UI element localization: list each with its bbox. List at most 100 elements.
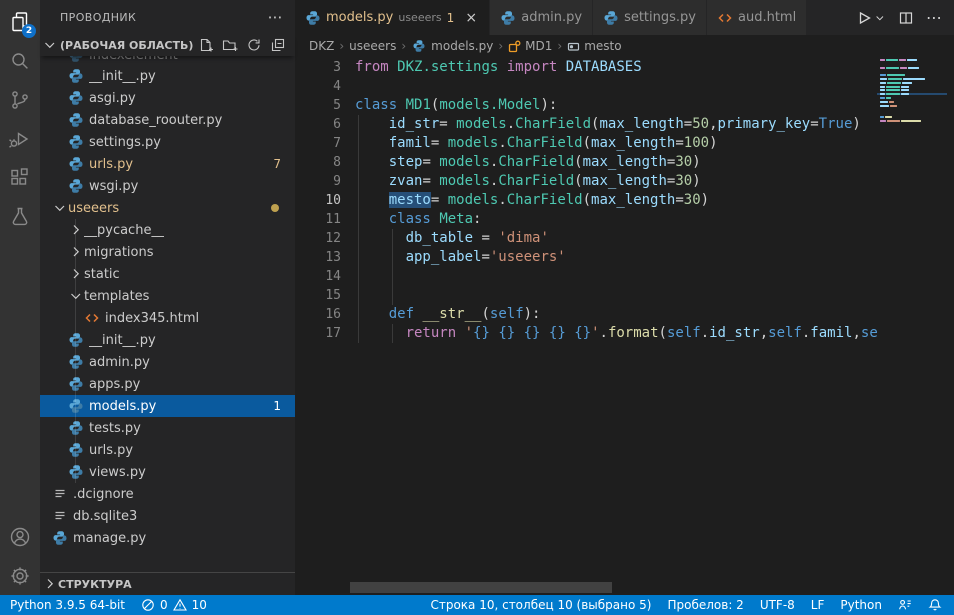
tree-file-row[interactable]: urls.py <box>40 439 295 461</box>
activity-run-debug-icon[interactable] <box>0 119 40 158</box>
more-actions-icon[interactable]: ⋯ <box>268 8 283 26</box>
minimap-line <box>877 97 947 99</box>
activity-account-icon[interactable] <box>0 517 40 556</box>
tree-file-row[interactable]: .dcignore <box>40 483 295 505</box>
activity-settings-gear-icon[interactable] <box>0 556 40 595</box>
code-line-17[interactable]: 17 return '{} {} {} {} {}'.format(self.i… <box>295 324 877 343</box>
tree-file-row[interactable]: index345.html <box>40 307 295 329</box>
code-editor[interactable]: 3from DKZ.settings import DATABASES45cla… <box>295 57 954 595</box>
encoding-label: UTF-8 <box>760 598 795 612</box>
code-line-5[interactable]: 5class MD1(models.Model): <box>295 96 877 115</box>
tree-file-row[interactable]: wsgi.py <box>40 175 295 197</box>
outline-section-header[interactable]: СТРУКТУРА <box>40 572 295 595</box>
tree-file-row[interactable]: database_roouter.py <box>40 109 295 131</box>
encoding-status[interactable]: UTF-8 <box>752 595 803 615</box>
tab-aud.html[interactable]: aud.html <box>707 0 807 35</box>
code-line-8[interactable]: 8 step= models.CharField(max_length=30) <box>295 153 877 172</box>
code-token <box>456 325 464 341</box>
close-icon[interactable]: × <box>463 10 479 26</box>
python-file-icon <box>68 134 84 150</box>
tree-file-row[interactable]: indexelement <box>40 56 295 65</box>
tree-folder-row[interactable]: __pycache__ <box>40 219 295 241</box>
code-token <box>355 116 389 132</box>
code-line-13[interactable]: 13 app_label='useeers' <box>295 248 877 267</box>
tree-file-row[interactable]: asgi.py <box>40 87 295 109</box>
more-actions-icon[interactable]: ⋯ <box>926 8 942 27</box>
minimap-line <box>877 101 947 103</box>
breadcrumb-item-models.py[interactable]: models.py <box>411 38 493 54</box>
eol-status[interactable]: LF <box>803 595 833 615</box>
language-mode-status[interactable]: Python <box>832 595 890 615</box>
tree-file-row[interactable]: settings.py <box>40 131 295 153</box>
tab-models.py[interactable]: models.pyuseeers1× <box>295 0 490 35</box>
breadcrumb-item-useeers[interactable]: useeers <box>349 39 396 53</box>
tree-file-row[interactable]: apps.py <box>40 373 295 395</box>
tree-item-badge: 1 <box>273 399 281 413</box>
code-token <box>355 173 389 189</box>
code-token: max_length <box>591 135 675 151</box>
code-token: 30 <box>675 173 692 189</box>
html-file-icon <box>84 310 100 326</box>
code-line-11[interactable]: 11 class Meta: <box>295 210 877 229</box>
workspace-section-header[interactable]: (РАБОЧАЯ ОБЛАСТЬ) ... <box>40 34 295 56</box>
indentation-status[interactable]: Пробелов: 2 <box>659 595 751 615</box>
code-area[interactable]: 3from DKZ.settings import DATABASES45cla… <box>295 57 877 581</box>
code-line-6[interactable]: 6 id_str= models.CharField(max_length=50… <box>295 115 877 134</box>
refresh-icon[interactable] <box>245 36 263 54</box>
tree-item-label: __init__.py <box>89 333 156 348</box>
breadcrumb-item-mesto[interactable]: mesto <box>567 39 621 53</box>
feedback-icon[interactable] <box>890 595 920 615</box>
tree-file-row[interactable]: db.sqlite3 <box>40 505 295 527</box>
breadcrumb-item-DKZ[interactable]: DKZ <box>309 39 334 53</box>
minimap[interactable] <box>877 59 947 124</box>
code-line-4[interactable]: 4 <box>295 77 877 96</box>
python-file-icon <box>68 56 84 63</box>
outline-label: СТРУКТУРА <box>58 578 132 591</box>
activity-extensions-icon[interactable] <box>0 158 40 197</box>
interpreter-status[interactable]: Python 3.9.5 64-bit <box>0 595 133 615</box>
tree-file-row[interactable]: __init__.py <box>40 329 295 351</box>
new-folder-icon[interactable] <box>221 36 239 54</box>
tree-file-row[interactable]: models.py1 <box>40 395 295 417</box>
breadcrumb-item-MD1[interactable]: MD1 <box>508 39 552 53</box>
tree-file-row[interactable]: __init__.py <box>40 65 295 87</box>
bell-icon[interactable] <box>920 595 950 615</box>
tab-settings.py[interactable]: settings.py <box>593 0 707 35</box>
line-number: 4 <box>295 77 341 96</box>
language-mode-label: Python <box>840 598 882 612</box>
line-number: 8 <box>295 153 341 172</box>
activity-files-icon[interactable]: 2 <box>0 2 40 41</box>
run-button[interactable] <box>856 10 886 26</box>
activity-source-control-icon[interactable] <box>0 80 40 119</box>
minimap-line <box>877 89 947 91</box>
horizontal-scrollbar[interactable] <box>350 582 612 593</box>
code-line-3[interactable]: 3from DKZ.settings import DATABASES <box>295 58 877 77</box>
tree-file-row[interactable]: urls.py7 <box>40 153 295 175</box>
new-file-icon[interactable] <box>197 36 215 54</box>
code-line-text: zvan= models.CharField(max_length=30) <box>355 173 701 189</box>
code-line-10[interactable]: 10 mesto= models.CharField(max_length=30… <box>295 191 877 210</box>
tab-admin.py[interactable]: admin.py <box>490 0 593 35</box>
python-file-icon <box>68 332 84 348</box>
tree-folder-row[interactable]: templates <box>40 285 295 307</box>
activity-testing-icon[interactable] <box>0 197 40 236</box>
code-line-7[interactable]: 7 famil= models.CharField(max_length=100… <box>295 134 877 153</box>
tree-file-row[interactable]: views.py <box>40 461 295 483</box>
tree-file-row[interactable]: admin.py <box>40 351 295 373</box>
code-line-14[interactable]: 14 <box>295 267 877 286</box>
code-line-16[interactable]: 16 def __str__(self): <box>295 305 877 324</box>
cursor-position-status[interactable]: Строка 10, столбец 10 (выбрано 5) <box>422 595 659 615</box>
tree-file-row[interactable]: tests.py <box>40 417 295 439</box>
problems-status[interactable]: 010 <box>133 595 215 615</box>
tree-folder-row[interactable]: migrations <box>40 241 295 263</box>
code-token: = <box>431 192 448 208</box>
tree-folder-row[interactable]: static <box>40 263 295 285</box>
tree-folder-row[interactable]: useeers <box>40 197 295 219</box>
activity-search-icon[interactable] <box>0 41 40 80</box>
collapse-all-icon[interactable] <box>269 36 287 54</box>
code-line-12[interactable]: 12 db_table = 'dima' <box>295 229 877 248</box>
tree-file-row[interactable]: manage.py <box>40 527 295 549</box>
code-line-15[interactable]: 15 <box>295 286 877 305</box>
code-line-9[interactable]: 9 zvan= models.CharField(max_length=30) <box>295 172 877 191</box>
split-editor-icon[interactable] <box>898 10 914 26</box>
